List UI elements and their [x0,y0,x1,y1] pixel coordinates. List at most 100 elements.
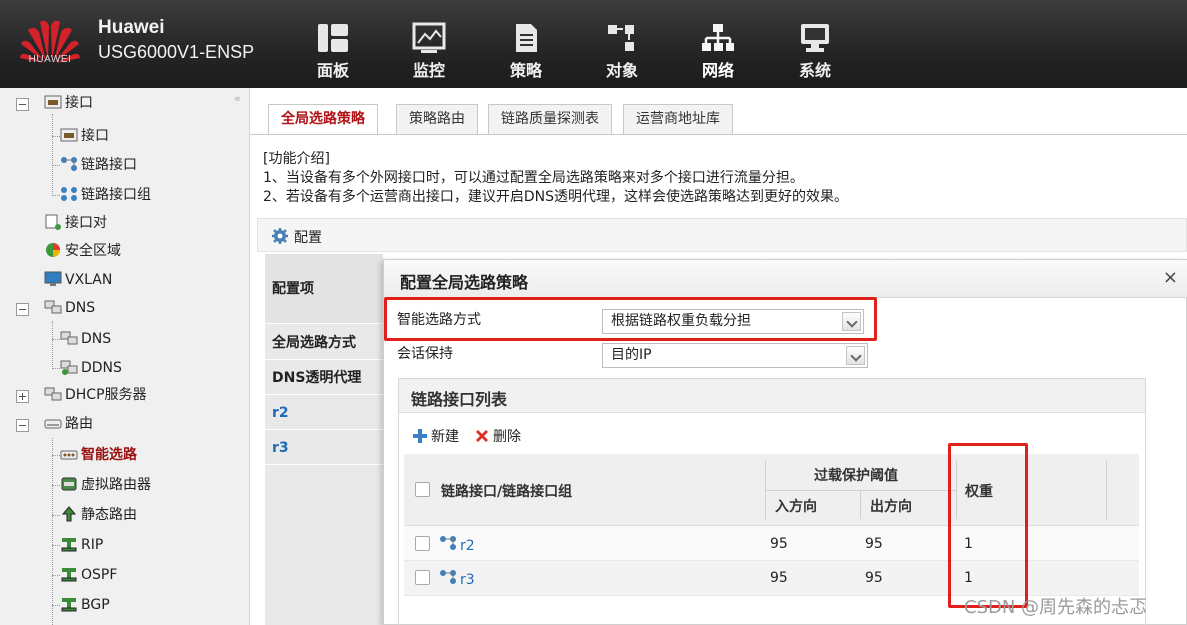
interface-icon [60,128,78,142]
network-icon [702,24,734,51]
nav-policy[interactable]: 策略 [496,22,556,81]
tree-guide [52,485,60,486]
tree-guide [52,368,60,369]
column-header-inbound: 入方向 [775,499,817,515]
row-checkbox[interactable] [415,536,430,551]
sidebar-item-interface-sub[interactable]: 接口 [60,123,109,149]
ospf-icon [61,568,77,582]
collapse-dns-toggle[interactable] [16,303,29,316]
row-weight: 1 [964,536,973,552]
select-all-checkbox[interactable] [415,482,430,497]
add-button[interactable]: 新建 [412,426,459,446]
top-header: HUAWEI Huawei USG6000V1-ENSP 面板 监控 策略 对象… [0,0,1187,88]
nav-network[interactable]: 网络 [688,22,748,81]
nav-monitor[interactable]: 监控 [399,22,459,81]
sidebar-item-interface[interactable]: 接口 [44,90,93,116]
smart-route-mode-label: 智能选路方式 [397,312,481,328]
sidebar-item-dhcp-server[interactable]: DHCP服务器 [44,382,147,408]
system-icon [801,24,829,52]
sidebar-item-vxlan[interactable]: VXLAN [44,267,112,293]
config-bar: 配置 [257,218,1187,252]
tab-link-quality-probe[interactable]: 链路质量探测表 [488,104,612,134]
tree-guide [52,114,53,196]
column-divider [1106,461,1107,519]
sidebar-item-ospf[interactable]: OSPF [60,562,117,588]
list-header: 链路接口列表 [399,379,1145,413]
tree-guide [52,165,60,166]
security-zone-icon [46,243,60,257]
sidebar-item-route[interactable]: 路由 [44,411,93,437]
dashboard-icon [318,24,348,52]
tree-guide [52,339,60,340]
link-interface-group-icon [61,187,77,201]
row-name-link[interactable]: r2 [460,538,475,554]
dialog-header: 配置全局选路策略 × [384,260,1187,298]
sidebar-item-link-interface[interactable]: 链路接口 [60,152,137,178]
tab-isp-address-library[interactable]: 运营商地址库 [623,104,733,134]
sidebar-item-dns-sub[interactable]: DNS [60,326,111,352]
session-keep-label: 会话保持 [397,346,453,362]
column-header-overload: 过载保护阈值 [814,468,898,484]
sidebar-item-static-route[interactable]: 静态路由 [60,502,137,528]
nav-object[interactable]: 对象 [592,22,652,81]
row-checkbox[interactable] [415,570,430,585]
smart-route-mode-select[interactable]: 根据链路权重负载分担 [602,309,864,334]
sidebar-item-virtual-router[interactable]: 虚拟路由器 [60,472,151,498]
row-weight: 1 [964,570,973,586]
column-divider [956,461,957,519]
sidebar-item-ddns[interactable]: DDNS [60,355,122,381]
config-item-dns-proxy[interactable]: DNS透明代理 [265,361,383,395]
link-interface-list-panel: 链路接口列表 新建 删除 链路接口/链路接口组 过载保护阈值 入方向 出方向 权… [398,378,1146,625]
link-interface-icon [61,157,77,171]
tab-global-route-policy[interactable]: 全局选路策略 [268,104,378,135]
smart-route-mode-value: 根据链路权重负载分担 [611,313,751,329]
config-item-r3[interactable]: r3 [265,431,383,465]
rip-icon [61,538,77,552]
nav-system[interactable]: 系统 [785,22,845,81]
column-header-weight: 权重 [965,484,993,500]
intro-line-1: 1、当设备有多个外网接口时，可以通过配置全局选路策略来对多个接口进行流量分担。 [263,170,804,186]
session-keep-select[interactable]: 目的IP [602,343,868,368]
tree-guide [52,515,60,516]
dns-icon [60,331,78,345]
collapse-sidebar-icon[interactable]: « [234,92,241,105]
bgp-icon [61,598,77,612]
ddns-icon [60,360,78,375]
chevron-down-icon [842,312,861,331]
delete-button[interactable]: 删除 [474,426,521,446]
sidebar-item-smart-route[interactable]: 智能选路 [60,442,137,468]
vxlan-icon [44,271,62,286]
plus-icon [413,429,427,443]
sidebar-item-bgp[interactable]: BGP [60,592,110,618]
brand-name: Huawei [98,17,165,38]
list-title: 链路接口列表 [411,390,508,409]
expand-dhcp-toggle[interactable] [16,390,29,403]
sidebar-item-security-zone[interactable]: 安全区域 [44,238,121,264]
collapse-route-toggle[interactable] [16,419,29,432]
config-item-global-route-mode[interactable]: 全局选路方式 [265,326,383,360]
nav-dashboard[interactable]: 面板 [303,22,363,81]
sidebar-item-link-interface-group[interactable]: 链路接口组 [60,182,151,208]
tree-guide [52,136,60,137]
gear-icon [272,228,288,244]
tree-guide [52,575,60,576]
delete-x-icon [476,430,488,442]
close-icon[interactable]: × [1163,267,1178,288]
config-item-r2[interactable]: r2 [265,396,383,430]
tree-guide [52,195,60,196]
collapse-interface-toggle[interactable] [16,98,29,111]
sidebar-item-interface-pair[interactable]: 接口对 [44,210,107,236]
session-keep-value: 目的IP [611,347,652,363]
chevron-down-icon [846,346,865,365]
column-header-outbound: 出方向 [870,499,912,515]
monitor-icon [412,22,446,53]
column-divider [860,490,861,519]
tree-guide [52,438,53,625]
interface-pair-icon [45,214,61,230]
sidebar-item-dns[interactable]: DNS [44,295,95,321]
interface-icon [44,95,62,109]
row-name-link[interactable]: r3 [460,572,475,588]
sidebar-item-rip[interactable]: RIP [60,532,103,558]
tab-policy-route[interactable]: 策略路由 [396,104,478,134]
global-route-policy-dialog: 配置全局选路策略 × 智能选路方式 根据链路权重负载分担 会话保持 目的IP 链… [383,259,1187,625]
